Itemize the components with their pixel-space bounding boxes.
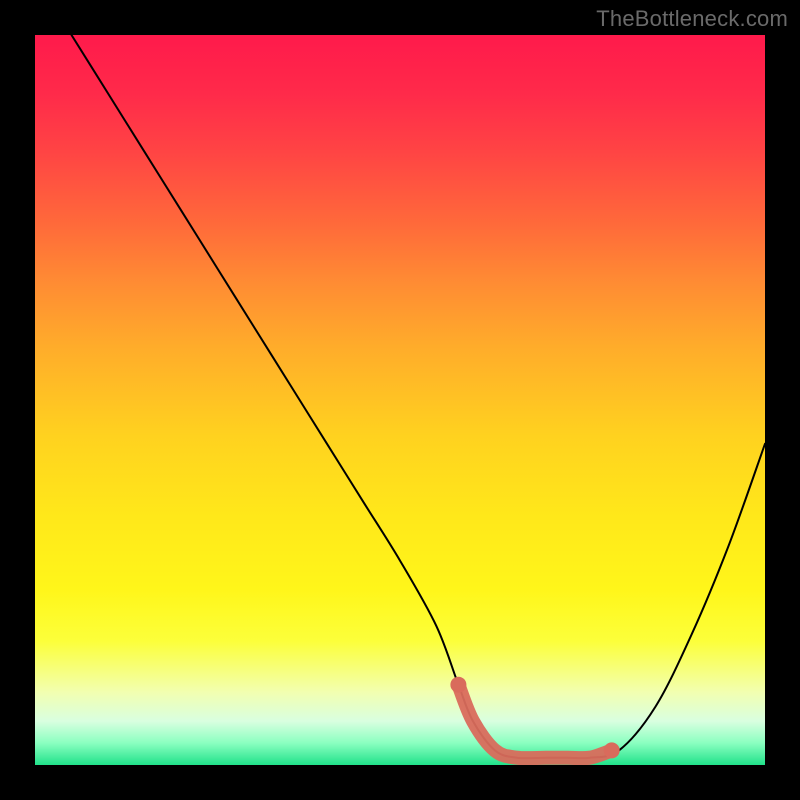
plot-area [35,35,765,765]
optimal-range-highlight [458,685,611,759]
bottleneck-curve-line [72,35,766,758]
chart-svg [35,35,765,765]
highlight-dot [450,677,466,693]
watermark-text: TheBottleneck.com [596,6,788,32]
chart-frame: TheBottleneck.com [0,0,800,800]
highlight-dot [604,742,620,758]
